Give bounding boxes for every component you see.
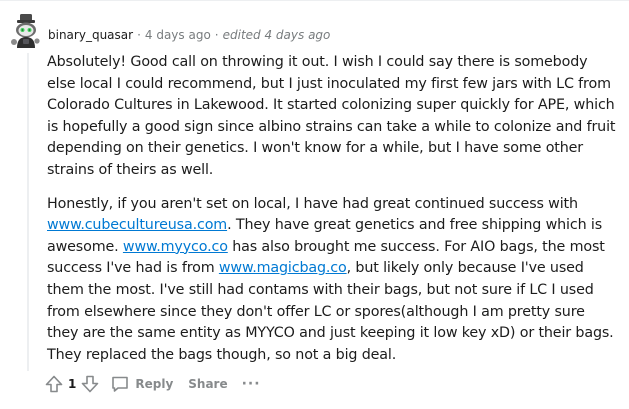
comment-bubble-icon bbox=[110, 374, 130, 394]
username-link[interactable]: binary_quasar bbox=[48, 28, 133, 42]
link-myyco[interactable]: www.myyco.co bbox=[123, 239, 228, 255]
comment-meta: binary_quasar · 4 days ago · edited 4 days a… bbox=[48, 28, 330, 42]
link-cubecultureusa[interactable]: www.cubecultureusa.com bbox=[47, 217, 227, 233]
thread-line[interactable] bbox=[27, 53, 29, 371]
share-button[interactable]: Share bbox=[183, 377, 227, 391]
meta-separator: · bbox=[214, 28, 219, 42]
meta-separator: · bbox=[137, 28, 141, 42]
comment-actions: 1 Reply Share ··· bbox=[44, 373, 261, 395]
share-label: Share bbox=[188, 377, 228, 391]
more-options-button[interactable]: ··· bbox=[242, 376, 261, 392]
snoo-avatar-icon bbox=[11, 14, 40, 48]
comment-paragraph: Absolutely! Good call on throwing it out… bbox=[47, 52, 619, 182]
reply-button[interactable]: Reply bbox=[110, 374, 173, 394]
link-magicbag[interactable]: www.magicbag.co bbox=[219, 260, 347, 276]
vote-count: 1 bbox=[68, 377, 77, 391]
comment-paragraph: Honestly, if you aren't set on local, I … bbox=[47, 194, 619, 367]
paragraph-text: Honestly, if you aren't set on local, I … bbox=[47, 195, 578, 212]
avatar[interactable] bbox=[8, 13, 42, 49]
reply-label: Reply bbox=[135, 377, 174, 391]
timestamp-link[interactable]: 4 days ago bbox=[145, 28, 211, 42]
comment-body: Absolutely! Good call on throwing it out… bbox=[47, 52, 619, 378]
edited-label: edited 4 days ago bbox=[222, 28, 331, 42]
paragraph-text: Absolutely! Good call on throwing it out… bbox=[47, 54, 616, 178]
downvote-arrow-icon[interactable] bbox=[80, 374, 100, 394]
comment: binary_quasar · 4 days ago · edited 4 days a… bbox=[0, 0, 629, 409]
upvote-arrow-icon[interactable] bbox=[44, 374, 64, 394]
